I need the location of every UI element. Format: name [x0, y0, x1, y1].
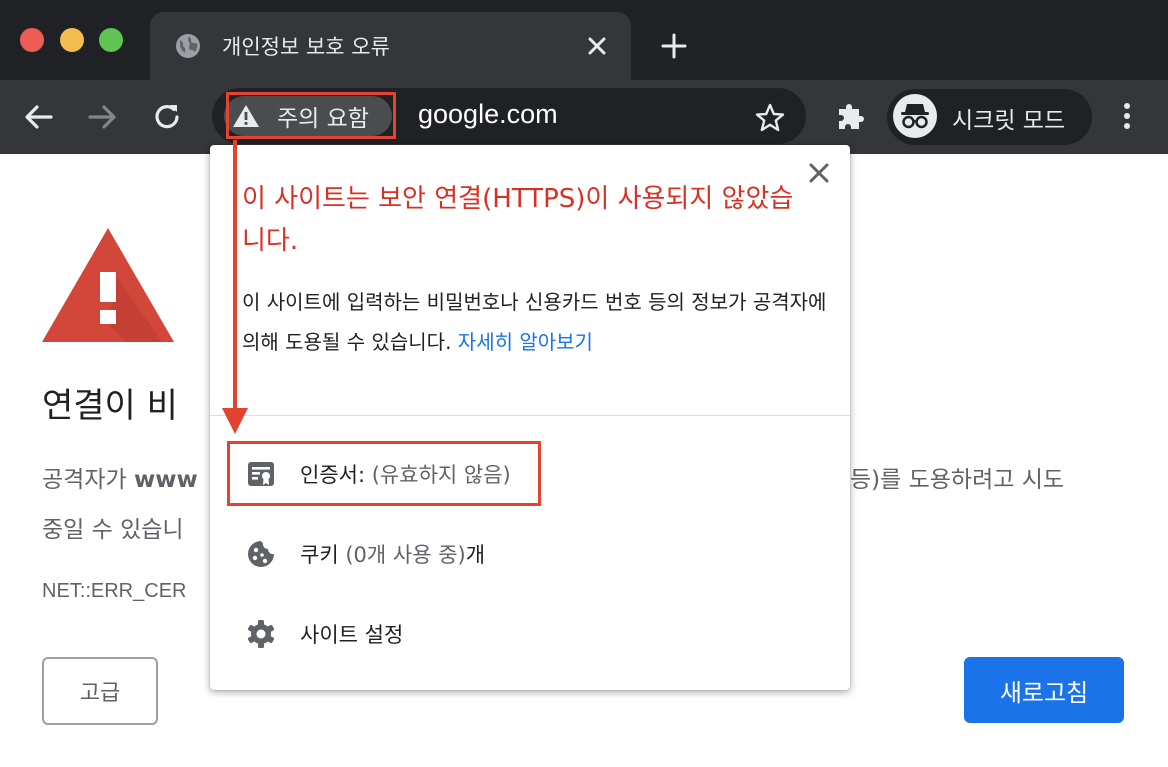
- reload-icon[interactable]: [150, 100, 184, 134]
- annotation-highlight-box: [226, 92, 396, 139]
- incognito-avatar: [893, 94, 937, 138]
- error-code: NET::ERR_CER: [42, 580, 187, 602]
- popup-description: 이 사이트에 입력하는 비밀번호나 신용카드 번호 등의 정보가 공격자에 의해…: [242, 290, 827, 354]
- bookmark-star-icon[interactable]: [754, 102, 786, 134]
- page-body-line2: 중일 수 있습니: [42, 517, 184, 543]
- annotation-arrow-head: [222, 408, 248, 434]
- globe-icon: [176, 34, 200, 58]
- annotation-highlight-box: [227, 441, 541, 506]
- advanced-button[interactable]: 고급: [42, 657, 158, 725]
- tab-active[interactable]: 개인정보 보호 오류: [150, 12, 631, 80]
- back-arrow-icon[interactable]: [22, 100, 56, 134]
- incognito-label: 시크릿 모드: [952, 108, 1066, 134]
- annotation-arrow-line: [233, 140, 237, 412]
- popup-warning-title: 이 사이트는 보안 연결(HTTPS)이 사용되지 않았습니다.: [242, 184, 794, 256]
- tab-close-icon[interactable]: [583, 32, 611, 60]
- close-icon[interactable]: [806, 160, 832, 186]
- new-tab-icon[interactable]: [660, 32, 688, 60]
- page-body-line1: 공격자가 www: [42, 467, 198, 493]
- popup-divider: [210, 415, 850, 416]
- window-close-button[interactable]: [20, 28, 44, 52]
- cookie-icon: [248, 541, 274, 567]
- tab-title: 개인정보 보호 오류: [222, 35, 390, 59]
- page-heading: 연결이 비: [42, 386, 178, 426]
- page-body-line1-end: 등)를 도용하려고 시도: [850, 467, 1065, 493]
- window-zoom-button[interactable]: [99, 28, 123, 52]
- reload-page-button[interactable]: 새로고침: [964, 657, 1124, 723]
- learn-more-link[interactable]: 자세히 알아보기: [458, 330, 593, 354]
- forward-arrow-icon[interactable]: [85, 100, 119, 134]
- site-settings-item[interactable]: 사이트 설정: [300, 619, 403, 649]
- window-minimize-button[interactable]: [60, 28, 84, 52]
- large-warning-icon: [42, 228, 174, 342]
- extensions-puzzle-icon[interactable]: [834, 100, 866, 132]
- url-text[interactable]: google.com: [418, 99, 558, 130]
- more-menu-icon[interactable]: [1112, 99, 1142, 133]
- incognito-icon: [901, 104, 929, 129]
- gear-icon: [247, 620, 275, 648]
- cookies-item[interactable]: 쿠키 (0개 사용 중)개: [300, 539, 485, 569]
